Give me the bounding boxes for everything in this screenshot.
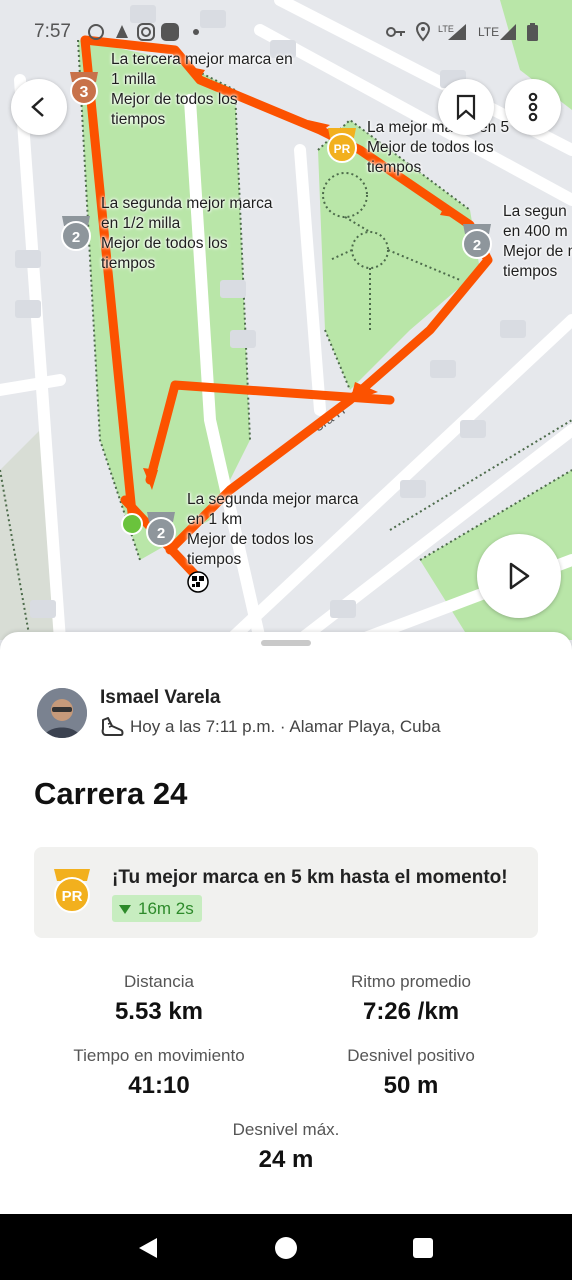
medal-3-icon: 3 (70, 72, 98, 105)
activity-sheet: Ismael Varela Hoy a las 7:11 p.m. · Alam… (0, 632, 572, 1214)
stat-label: Ritmo promedio (351, 972, 471, 991)
svg-text:2: 2 (473, 237, 481, 254)
stat-value: 5.53 km (114, 998, 204, 1025)
label-line: tiempos (367, 159, 422, 176)
activity-meta-text: Hoy a las 7:11 p.m. · Alamar Playa, Cuba (130, 717, 441, 736)
more-options-button[interactable] (505, 79, 561, 135)
label-line: Mejor de todos los (187, 531, 314, 548)
medal-2-icon: 2 (61, 216, 91, 251)
label-line: Mejor de todos los (367, 139, 494, 156)
label-line: La segun (503, 203, 567, 220)
pr-achievement-card[interactable]: PR ¡Tu mejor marca en 5 km hasta el mome… (34, 847, 538, 938)
label-line: en 1 km (187, 511, 243, 528)
signal-lte-icon: LTE (438, 22, 468, 48)
instagram-icon (136, 22, 156, 48)
medal-pr-icon: PR (327, 128, 357, 163)
notification-icon (112, 22, 132, 48)
triangle-down-icon (119, 904, 131, 914)
medal-2-icon: 2 (146, 512, 176, 547)
back-button[interactable] (11, 79, 67, 135)
activity-meta: Hoy a las 7:11 p.m. · Alamar Playa, Cuba (100, 716, 441, 738)
map-label-half-mile: La segunda mejor marca en 1/2 milla Mejo… (101, 194, 272, 274)
label-line: tiempos (503, 263, 558, 280)
bookmark-icon (456, 94, 476, 120)
label-line: tiempos (187, 551, 242, 568)
svg-text:LTE: LTE (438, 24, 454, 34)
route-map[interactable]: 3ra H 7:57 LTE LTE La tercera mejor marc… (0, 0, 572, 660)
more-vertical-icon (528, 92, 538, 122)
pr-medal-icon: PR (54, 869, 90, 913)
label-line: 1 milla (111, 71, 156, 88)
map-label-pr-5: La mejor marca en 5 Mejor de todos los t… (367, 118, 509, 178)
stat-value: 24 m (258, 1146, 314, 1173)
key-icon (384, 22, 408, 48)
location-icon (414, 22, 432, 48)
label-line: Mejor de todos los (111, 91, 238, 108)
label-line: en 400 m (503, 223, 568, 240)
system-nav-bar (0, 1214, 572, 1280)
start-marker (121, 513, 143, 535)
svg-text:2: 2 (72, 229, 80, 246)
label-line: tiempos (101, 255, 156, 272)
nav-recents-button[interactable] (412, 1237, 434, 1259)
stat-max-elevation: Desnivel máx. 24 m (161, 1120, 411, 1174)
nav-home-button[interactable] (274, 1236, 298, 1260)
avatar[interactable] (37, 688, 87, 738)
running-shoe-icon (101, 717, 124, 736)
svg-text:PR: PR (62, 888, 83, 905)
label-line: La segunda mejor marca (187, 491, 359, 508)
svg-text:2: 2 (157, 525, 165, 542)
play-icon (509, 562, 530, 590)
pr-improvement-value: 16m 2s (138, 898, 194, 918)
app-icon (160, 22, 180, 48)
stat-distance: Distancia 5.53 km (34, 972, 284, 1026)
drag-handle[interactable] (261, 640, 311, 646)
stat-value: 50 m (383, 1072, 439, 1099)
nav-back-button[interactable] (136, 1236, 160, 1260)
label-line: Mejor de todos los (101, 235, 228, 252)
stat-label: Desnivel máx. (232, 1120, 340, 1139)
label-line: La segunda mejor marca (101, 195, 273, 212)
stat-avg-pace: Ritmo promedio 7:26 /km (286, 972, 536, 1026)
map-label-400m: La segun en 400 m Mejor de m tiempos (503, 202, 572, 282)
svg-text:PR: PR (334, 142, 351, 156)
whatsapp-icon (86, 22, 106, 48)
signal-lte-icon-2: LTE (478, 22, 518, 48)
bookmark-button[interactable] (438, 79, 494, 135)
label-line: Mejor de m (503, 243, 572, 260)
svg-text:LTE: LTE (478, 25, 499, 39)
avatar-image (37, 688, 87, 738)
chevron-left-icon (31, 97, 44, 117)
stat-value: 7:26 /km (362, 998, 460, 1025)
label-line: tiempos (111, 111, 166, 128)
label-line: La tercera mejor marca en (111, 51, 293, 68)
play-flyover-button[interactable] (477, 534, 561, 618)
stat-label: Tiempo en movimiento (73, 1046, 245, 1065)
medal-2-icon: 2 (462, 224, 492, 259)
map-label-third-mile: La tercera mejor marca en 1 milla Mejor … (111, 50, 293, 130)
status-time: 7:57 (34, 21, 71, 42)
stat-elevation-gain: Desnivel positivo 50 m (286, 1046, 536, 1100)
pr-improvement-badge: 16m 2s (112, 895, 202, 922)
pr-message: ¡Tu mejor marca en 5 km hasta el momento… (112, 867, 508, 888)
battery-icon (526, 22, 540, 48)
stat-value: 41:10 (128, 1072, 190, 1099)
dot-icon (192, 22, 200, 48)
label-line: en 1/2 milla (101, 215, 181, 232)
finish-flag-icon (187, 571, 209, 593)
stat-label: Desnivel positivo (347, 1046, 475, 1065)
activity-title: Carrera 24 (34, 776, 188, 811)
athlete-name[interactable]: Ismael Varela (100, 687, 220, 709)
svg-text:3: 3 (80, 84, 89, 101)
map-label-1km: La segunda mejor marca en 1 km Mejor de … (187, 490, 358, 570)
stat-label: Distancia (124, 972, 194, 991)
stat-moving-time: Tiempo en movimiento 41:10 (34, 1046, 284, 1100)
